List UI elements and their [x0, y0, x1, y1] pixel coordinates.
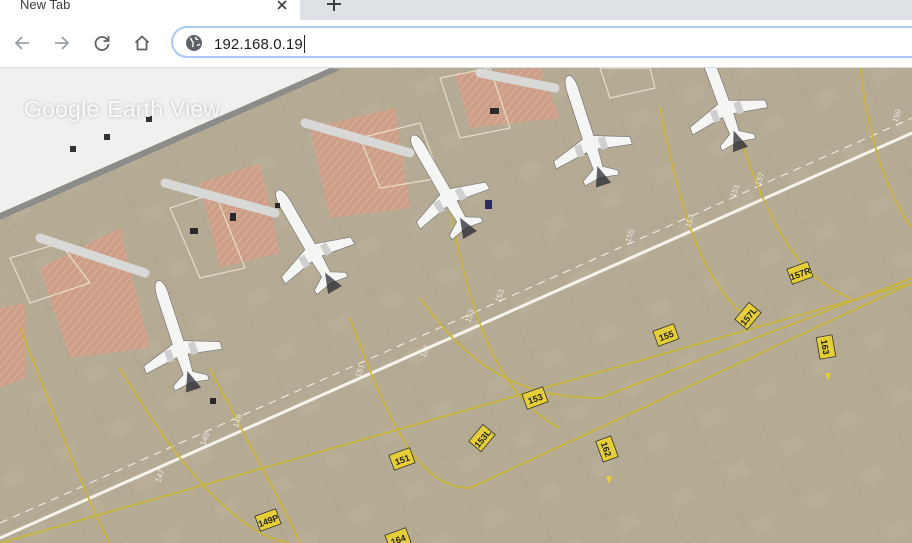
- close-icon[interactable]: [272, 0, 292, 15]
- url-text[interactable]: 192.168.0.19: [214, 36, 303, 53]
- browser-toolbar: 192.168.0.19: [0, 20, 912, 68]
- reload-icon[interactable]: [87, 28, 117, 58]
- earth-view-image: 149P 151 153 153L 155 157L 157R 162 163 …: [0, 68, 912, 543]
- arrow-right-icon[interactable]: [47, 28, 77, 58]
- address-bar[interactable]: 192.168.0.19: [171, 26, 912, 58]
- plus-icon[interactable]: [320, 0, 348, 18]
- google-earth-view-logo: Google Earth View: [24, 96, 221, 122]
- airport-apron-image: 149P 151 153 153L 155 157L 157R 162 163 …: [0, 68, 912, 543]
- tab-strip: New Tab: [0, 0, 912, 20]
- arrow-left-icon[interactable]: [7, 28, 37, 58]
- home-icon[interactable]: [127, 28, 157, 58]
- tab-new-tab[interactable]: New Tab: [0, 0, 300, 20]
- text-caret: [303, 35, 305, 53]
- globe-icon[interactable]: [185, 34, 203, 52]
- tab-title: New Tab: [20, 0, 71, 12]
